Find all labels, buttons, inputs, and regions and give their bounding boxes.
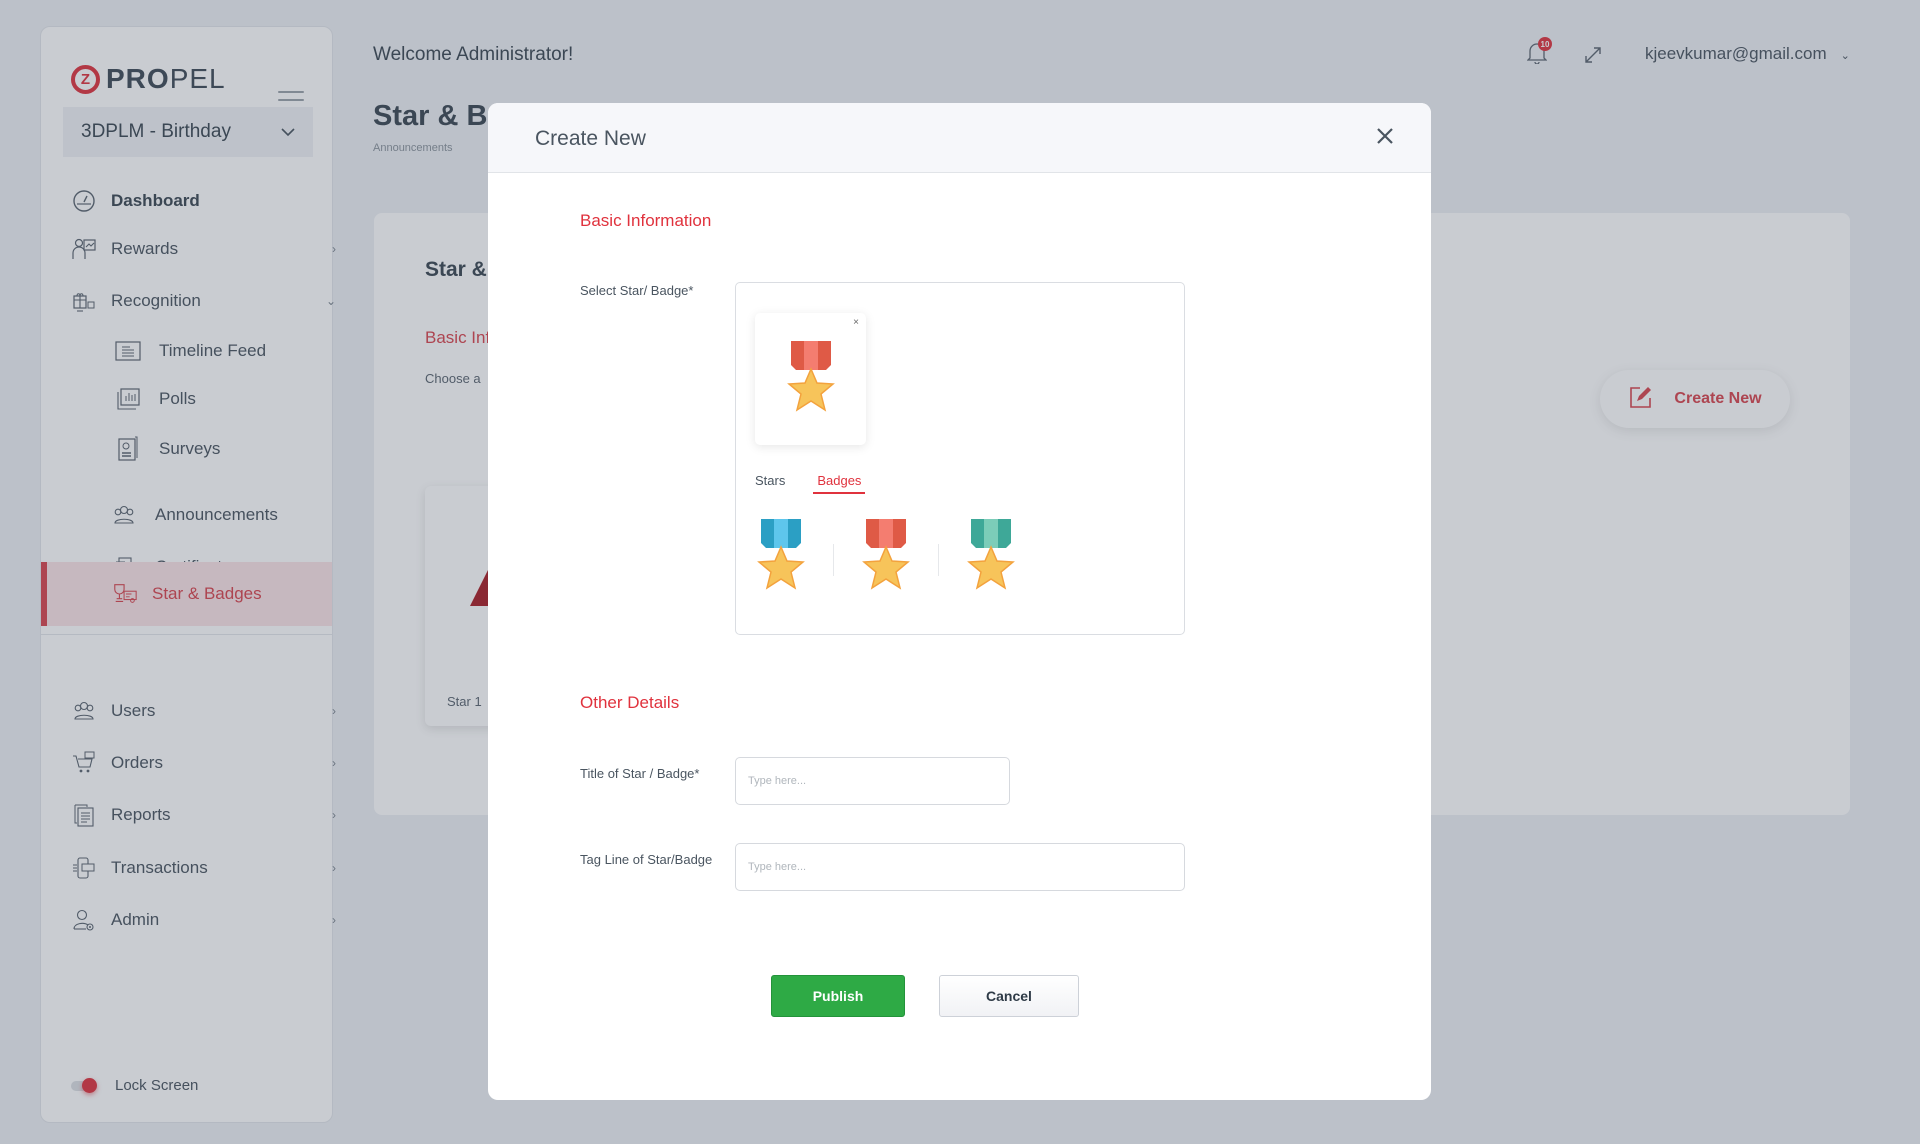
badge-option-teal-medal-icon[interactable] (965, 519, 1017, 601)
close-icon[interactable] (1372, 123, 1398, 149)
badge-separator (938, 544, 939, 576)
publish-button[interactable]: Publish (771, 975, 905, 1017)
remove-selection-icon[interactable]: × (853, 317, 859, 328)
tab-badges[interactable]: Badges (813, 473, 866, 494)
title-label: Title of Star / Badge* (580, 766, 700, 781)
selected-medal-red-icon (787, 341, 835, 412)
badge-type-tabs: Stars Badges (755, 473, 866, 494)
cancel-button[interactable]: Cancel (939, 975, 1079, 1017)
badge-options (755, 519, 1017, 601)
tagline-input[interactable] (735, 843, 1185, 891)
selected-badge-preview: × (755, 313, 866, 445)
modal-title: Create New (535, 127, 646, 150)
basic-information-heading: Basic Information (580, 211, 712, 230)
badge-option-blue-medal-icon[interactable] (755, 519, 807, 601)
badge-option-red-medal-icon[interactable] (860, 519, 912, 601)
select-badge-label: Select Star/ Badge* (580, 283, 694, 298)
title-input[interactable] (735, 757, 1010, 805)
badge-separator (833, 544, 834, 576)
tab-stars[interactable]: Stars (755, 473, 785, 494)
tagline-label: Tag Line of Star/Badge (580, 852, 713, 867)
modal-header: Create New (488, 103, 1431, 173)
create-new-modal: Create New Basic Information Select Star… (488, 103, 1431, 1100)
badge-picker: × Stars Badges (735, 282, 1185, 635)
other-details-heading: Other Details (580, 693, 680, 712)
